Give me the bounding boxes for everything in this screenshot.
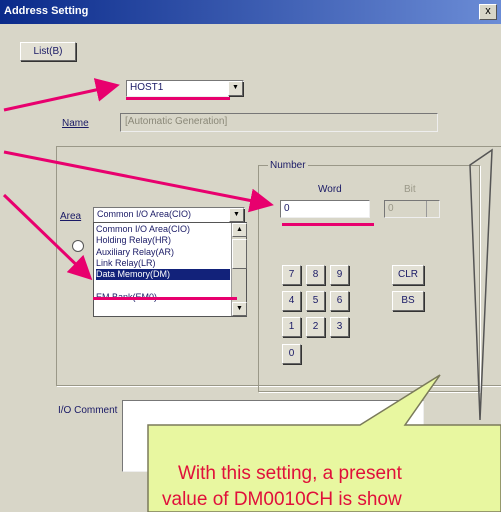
area-dropdown-button[interactable]: ▼ (229, 208, 244, 222)
area-option-selected[interactable]: Data Memory(DM) (96, 269, 230, 280)
io-comment-label: I/O Comment (58, 405, 118, 416)
area-select[interactable]: Common I/O Area(CIO) ▼ (93, 207, 245, 223)
data-memory-highlight-underline (93, 297, 237, 300)
area-dropdown-list[interactable]: Common I/O Area(CIO) Holding Relay(HR) A… (93, 222, 247, 317)
word-label: Word (318, 184, 342, 195)
key-9[interactable]: 9 (330, 265, 349, 285)
bit-label: Bit (404, 184, 416, 195)
bs-button[interactable]: BS (392, 291, 424, 311)
host-select[interactable]: HOST1 ▼ (126, 80, 244, 97)
key-8[interactable]: 8 (306, 265, 325, 285)
area-option[interactable]: Common I/O Area(CIO) (96, 224, 230, 235)
key-0[interactable]: 0 (282, 344, 301, 364)
clr-button[interactable]: CLR (392, 265, 424, 285)
key-1[interactable]: 1 (282, 317, 301, 337)
area-select-value: Common I/O Area(CIO) (97, 209, 192, 219)
key-7[interactable]: 7 (282, 265, 301, 285)
area-option[interactable]: Auxiliary Relay(AR) (96, 247, 230, 258)
key-3[interactable]: 3 (330, 317, 349, 337)
word-highlight-underline (282, 223, 374, 226)
area-option[interactable]: Link Relay(LR) (96, 258, 230, 269)
key-6[interactable]: 6 (330, 291, 349, 311)
bit-input: 0 (384, 200, 440, 218)
scroll-thumb[interactable] (232, 239, 247, 269)
title-bar: Address Setting x (0, 0, 501, 24)
area-option[interactable]: Holding Relay(HR) (96, 235, 230, 246)
window-title: Address Setting (4, 5, 89, 17)
word-input-value: 0 (284, 203, 290, 214)
word-input[interactable]: 0 (280, 200, 370, 218)
key-2[interactable]: 2 (306, 317, 325, 337)
number-group-title: Number (268, 160, 308, 171)
key-4[interactable]: 4 (282, 291, 301, 311)
list-button-label: List(B) (33, 46, 63, 57)
name-field-value: [Automatic Generation] (125, 116, 228, 127)
host-highlight-underline (126, 97, 230, 100)
scroll-up-arrow[interactable]: ▲ (232, 223, 247, 237)
close-button[interactable]: x (479, 4, 497, 20)
list-button[interactable]: List(B) (20, 42, 76, 61)
list-scrollbar[interactable]: ▲ ▼ (231, 223, 247, 316)
io-comment-field[interactable] (122, 400, 424, 472)
bit-input-value: 0 (388, 203, 394, 214)
host-select-value: HOST1 (130, 82, 164, 93)
scroll-down-arrow[interactable]: ▼ (232, 302, 247, 316)
name-label: Name (62, 118, 89, 129)
bit-spin-button (426, 201, 439, 217)
area-label: Area (60, 211, 82, 222)
address-setting-dialog: Address Setting x List(B) HOST1 ▼ Name [… (0, 0, 501, 512)
callout-line-2: value of DM0010CH is show (162, 489, 402, 510)
callout-line-1: With this setting, a present (178, 463, 402, 484)
host-dropdown-button[interactable]: ▼ (228, 81, 243, 96)
name-field: [Automatic Generation] (120, 113, 438, 132)
radio-button[interactable] (72, 240, 84, 252)
key-5[interactable]: 5 (306, 291, 325, 311)
